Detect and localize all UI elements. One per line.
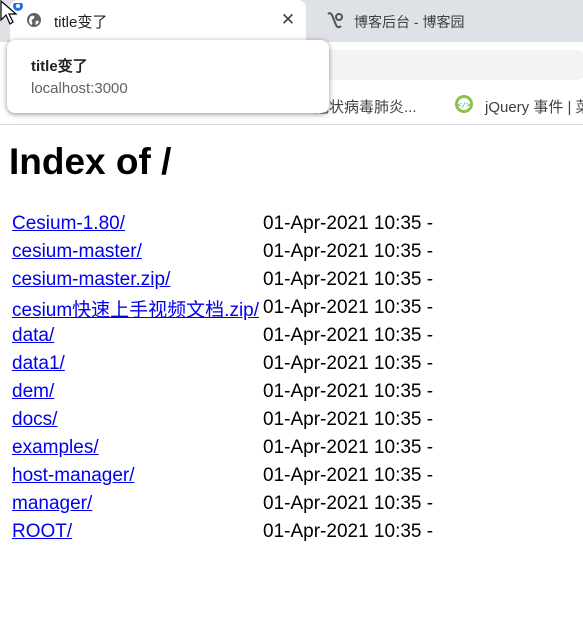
svg-text:</>: </> bbox=[458, 101, 471, 109]
table-row: docs/01-Apr-2021 10:35 - bbox=[10, 406, 435, 434]
file-size: - bbox=[426, 297, 434, 318]
hover-card-title: title变了 bbox=[31, 58, 88, 75]
directory-listing: Cesium-1.80/01-Apr-2021 10:35 - cesium-ma… bbox=[10, 210, 435, 546]
file-name-cell: host-manager/ bbox=[10, 462, 261, 490]
file-name-cell: data1/ bbox=[10, 350, 261, 378]
file-name-cell: docs/ bbox=[10, 406, 261, 434]
file-name-cell: cesium快速上手视频文档.zip/ bbox=[10, 294, 261, 322]
modified-date: 01-Apr-2021 10:35 bbox=[263, 409, 422, 430]
table-row: cesium快速上手视频文档.zip/01-Apr-2021 10:35 - bbox=[10, 294, 435, 322]
file-link[interactable]: dem/ bbox=[12, 381, 54, 402]
file-size: - bbox=[426, 325, 434, 346]
close-icon[interactable]: ✕ bbox=[278, 10, 298, 30]
hover-card-url: localhost:3000 bbox=[31, 80, 128, 97]
file-link[interactable]: cesium-master.zip/ bbox=[12, 269, 170, 290]
modified-date: 01-Apr-2021 10:35 bbox=[263, 437, 422, 458]
file-name-cell: cesium-master.zip/ bbox=[10, 266, 261, 294]
modified-date: 01-Apr-2021 10:35 bbox=[263, 381, 422, 402]
table-row: cesium-master.zip/01-Apr-2021 10:35 - bbox=[10, 266, 435, 294]
file-size: - bbox=[426, 353, 434, 374]
modified-date-cell: 01-Apr-2021 10:35 - bbox=[261, 322, 435, 350]
modified-date-cell: 01-Apr-2021 10:35 - bbox=[261, 266, 435, 294]
page-content: Index of / Cesium-1.80/01-Apr-2021 10:35… bbox=[0, 125, 583, 622]
modified-date: 01-Apr-2021 10:35 bbox=[263, 493, 422, 514]
file-name-cell: ROOT/ bbox=[10, 518, 261, 546]
modified-date: 01-Apr-2021 10:35 bbox=[263, 465, 422, 486]
file-name-cell: dem/ bbox=[10, 378, 261, 406]
table-row: host-manager/01-Apr-2021 10:35 - bbox=[10, 462, 435, 490]
address-bar[interactable] bbox=[290, 50, 583, 80]
table-row: ROOT/01-Apr-2021 10:35 - bbox=[10, 518, 435, 546]
tab-active[interactable]: title变了 ✕ bbox=[10, 0, 306, 42]
modified-date-cell: 01-Apr-2021 10:35 - bbox=[261, 406, 435, 434]
file-size: - bbox=[426, 465, 434, 486]
table-row: examples/01-Apr-2021 10:35 - bbox=[10, 434, 435, 462]
modified-date: 01-Apr-2021 10:35 bbox=[263, 325, 422, 346]
loading-badge-icon bbox=[11, 0, 25, 11]
modified-date-cell: 01-Apr-2021 10:35 - bbox=[261, 294, 435, 322]
table-row: manager/01-Apr-2021 10:35 - bbox=[10, 490, 435, 518]
tab-title: 博客后台 - 博客园 bbox=[354, 14, 465, 30]
code-icon: </> bbox=[454, 94, 474, 114]
cnblogs-icon bbox=[324, 10, 346, 32]
page-title: Index of / bbox=[9, 141, 172, 182]
file-link[interactable]: data1/ bbox=[12, 353, 65, 374]
modified-date-cell: 01-Apr-2021 10:35 - bbox=[261, 210, 435, 238]
file-link[interactable]: cesium快速上手视频文档.zip/ bbox=[12, 300, 259, 321]
modified-date: 01-Apr-2021 10:35 bbox=[263, 521, 422, 542]
tab-inactive[interactable]: 博客后台 - 博客园 bbox=[310, 0, 583, 42]
file-link[interactable]: data/ bbox=[12, 325, 54, 346]
modified-date: 01-Apr-2021 10:35 bbox=[263, 297, 422, 318]
modified-date-cell: 01-Apr-2021 10:35 - bbox=[261, 434, 435, 462]
file-size: - bbox=[426, 241, 434, 262]
table-row: Cesium-1.80/01-Apr-2021 10:35 - bbox=[10, 210, 435, 238]
file-name-cell: data/ bbox=[10, 322, 261, 350]
modified-date-cell: 01-Apr-2021 10:35 - bbox=[261, 462, 435, 490]
table-row: data/01-Apr-2021 10:35 - bbox=[10, 322, 435, 350]
modified-date-cell: 01-Apr-2021 10:35 - bbox=[261, 518, 435, 546]
modified-date-cell: 01-Apr-2021 10:35 - bbox=[261, 490, 435, 518]
table-row: cesium-master/01-Apr-2021 10:35 - bbox=[10, 238, 435, 266]
modified-date: 01-Apr-2021 10:35 bbox=[263, 241, 422, 262]
file-link[interactable]: examples/ bbox=[12, 437, 99, 458]
file-size: - bbox=[426, 381, 434, 402]
file-name-cell: examples/ bbox=[10, 434, 261, 462]
file-size: - bbox=[426, 493, 434, 514]
file-name-cell: Cesium-1.80/ bbox=[10, 210, 261, 238]
modified-date: 01-Apr-2021 10:35 bbox=[263, 353, 422, 374]
modified-date: 01-Apr-2021 10:35 bbox=[263, 269, 422, 290]
file-link[interactable]: docs/ bbox=[12, 409, 57, 430]
table-row: data1/01-Apr-2021 10:35 - bbox=[10, 350, 435, 378]
file-link[interactable]: Cesium-1.80/ bbox=[12, 213, 125, 234]
file-size: - bbox=[426, 437, 434, 458]
file-size: - bbox=[426, 269, 434, 290]
file-name-cell: manager/ bbox=[10, 490, 261, 518]
modified-date: 01-Apr-2021 10:35 bbox=[263, 213, 422, 234]
file-size: - bbox=[426, 521, 434, 542]
modified-date-cell: 01-Apr-2021 10:35 - bbox=[261, 378, 435, 406]
file-link[interactable]: ROOT/ bbox=[12, 521, 72, 542]
modified-date-cell: 01-Apr-2021 10:35 - bbox=[261, 238, 435, 266]
tab-hover-card: title变了 localhost:3000 bbox=[7, 40, 329, 113]
bookmark-item[interactable]: jQuery 事件 | 菜 bbox=[485, 96, 583, 117]
tab-strip: title变了 ✕ 博客后台 - 博客园 bbox=[0, 0, 583, 42]
table-row: dem/01-Apr-2021 10:35 - bbox=[10, 378, 435, 406]
modified-date-cell: 01-Apr-2021 10:35 - bbox=[261, 350, 435, 378]
file-link[interactable]: host-manager/ bbox=[12, 465, 135, 486]
bookmark-item[interactable]: 冠状病毒肺炎... bbox=[314, 96, 417, 117]
file-size: - bbox=[426, 213, 434, 234]
globe-icon bbox=[26, 12, 42, 28]
file-link[interactable]: manager/ bbox=[12, 493, 92, 514]
tab-title: title变了 bbox=[54, 14, 108, 31]
file-name-cell: cesium-master/ bbox=[10, 238, 261, 266]
file-link[interactable]: cesium-master/ bbox=[12, 241, 142, 262]
file-size: - bbox=[426, 409, 434, 430]
